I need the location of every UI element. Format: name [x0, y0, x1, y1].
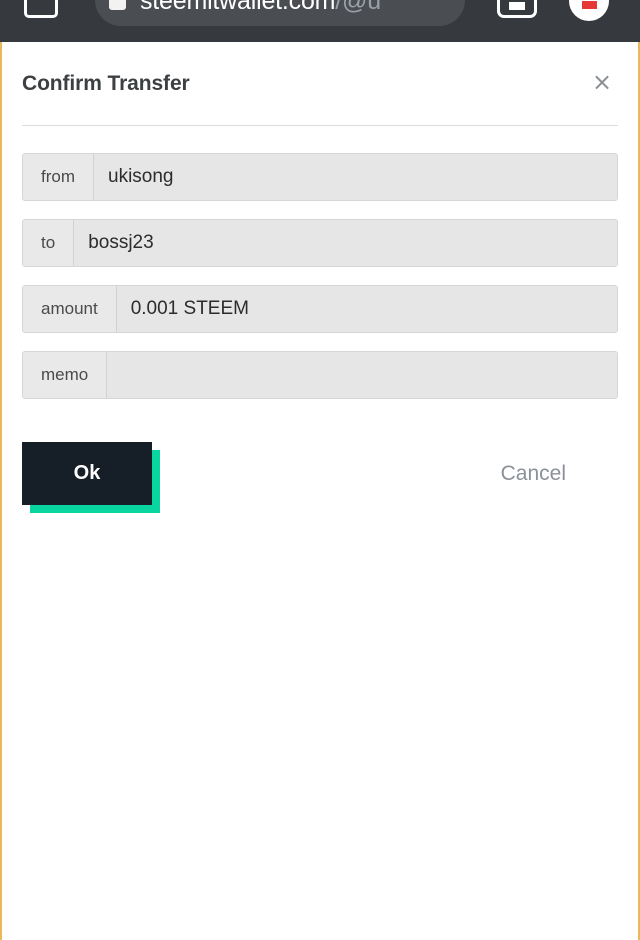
field-value-amount[interactable]: 0.001 STEEM [116, 286, 617, 332]
url-domain: steemitwallet.com [140, 0, 336, 15]
tab-count-icon[interactable] [497, 0, 537, 18]
field-label-amount: amount [23, 286, 117, 332]
tab-count-bars [509, 1, 525, 10]
browser-chrome: steemitwallet.com/@u [0, 0, 640, 42]
field-row-to: to bossj23 [22, 219, 618, 267]
field-label-memo: memo [23, 352, 108, 398]
field-row-from: from ukisong [22, 153, 618, 201]
url-bar[interactable]: steemitwallet.com/@u [95, 0, 465, 26]
cancel-button[interactable]: Cancel [501, 462, 566, 486]
field-value-memo[interactable] [107, 352, 617, 398]
field-label-to: to [23, 220, 75, 266]
field-row-amount: amount 0.001 STEEM [22, 285, 618, 333]
menu-dash [581, 1, 597, 9]
ok-button[interactable]: Ok [22, 442, 152, 505]
header-divider [22, 125, 618, 126]
transfer-form: from ukisong to bossj23 amount 0.001 STE… [22, 153, 618, 399]
field-value-from[interactable]: ukisong [94, 154, 617, 200]
menu-circle-icon[interactable] [569, 0, 609, 21]
field-value-to[interactable]: bossj23 [74, 220, 617, 266]
ok-button-wrapper: Ok [22, 442, 160, 513]
page-icon [109, 0, 126, 10]
modal-header: Confirm Transfer × [22, 42, 618, 96]
page-viewport: Confirm Transfer × from ukisong to bossj… [0, 42, 640, 940]
field-label-from: from [23, 154, 94, 200]
close-icon[interactable]: × [584, 64, 620, 100]
field-row-memo: memo [22, 351, 618, 399]
url-text: steemitwallet.com/@u [140, 0, 381, 16]
url-path: /@u [335, 0, 381, 15]
page-title: Confirm Transfer [22, 72, 190, 95]
tab-square-icon[interactable] [24, 0, 58, 18]
modal-actions: Ok Cancel [22, 442, 618, 513]
